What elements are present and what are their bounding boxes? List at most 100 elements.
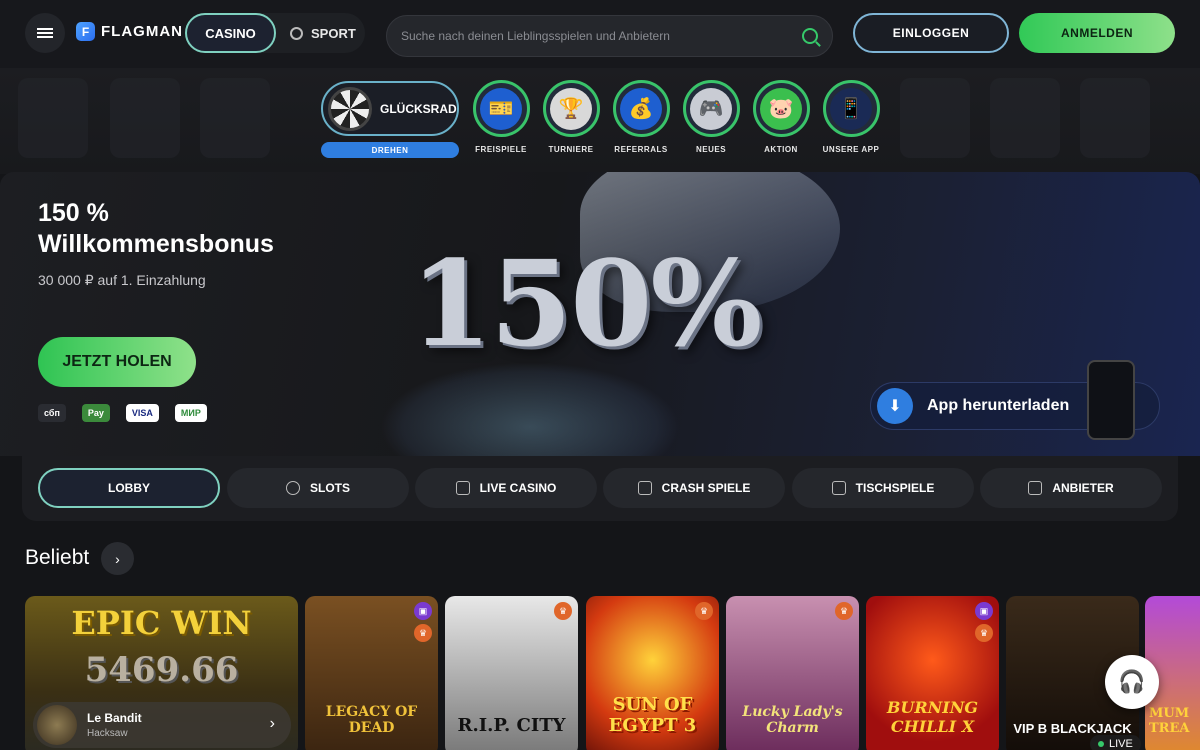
gift-icon: ▣ xyxy=(414,602,432,620)
game-title: Lucky Lady's Charm xyxy=(742,704,843,736)
game-title: MUM TREA xyxy=(1149,706,1190,736)
trophy-icon: 🏆 xyxy=(550,87,592,130)
login-button[interactable]: EINLOGGEN xyxy=(853,13,1009,53)
nav-sport-tab[interactable]: SPORT xyxy=(290,13,356,53)
search-bar xyxy=(386,15,833,57)
banner-big-percent: 150% xyxy=(410,234,762,373)
quick-item-neues[interactable]: 🎮 NEUES xyxy=(676,80,746,154)
tab-crash-spiele[interactable]: CRASH SPIELE xyxy=(603,468,785,508)
quick-item-aktion[interactable]: 🐷 AKTION xyxy=(746,80,816,154)
tab-slots[interactable]: SLOTS xyxy=(227,468,409,508)
pay-logo: Pay xyxy=(81,404,110,422)
live-badge: LIVE xyxy=(1090,735,1141,750)
background-game-tile xyxy=(110,78,180,158)
background-game-tile xyxy=(990,78,1060,158)
nav-casino-tab[interactable]: CASINO xyxy=(185,13,276,53)
phone-image xyxy=(1087,360,1135,440)
tab-label: SLOTS xyxy=(309,481,350,495)
background-game-tile xyxy=(200,78,270,158)
sbp-logo: сбп xyxy=(38,404,66,422)
featured-info-card[interactable]: Le Bandit Hacksaw › xyxy=(33,702,291,748)
live-dot-icon xyxy=(1098,741,1104,747)
spin-button[interactable]: DREHEN xyxy=(321,142,459,158)
wheel-label: GLÜCKSRAD xyxy=(380,101,457,116)
game-tile[interactable]: ♛ R.I.P. CITY xyxy=(445,596,578,750)
soccer-ball-icon xyxy=(290,26,303,40)
headset-icon: 🎧 xyxy=(1118,669,1146,694)
banner-title: 150 % Willkommensbonus xyxy=(38,199,274,258)
quick-item-referrals[interactable]: 💰 REFERRALS xyxy=(606,80,676,154)
game-title: R.I.P. CITY xyxy=(457,715,566,736)
quick-item-turniere[interactable]: 🏆 TURNIERE xyxy=(536,80,606,154)
trophy-icon: ♛ xyxy=(695,602,713,620)
tab-tischspiele[interactable]: TISCHSPIELE xyxy=(792,468,974,508)
chevron-right-icon[interactable]: › xyxy=(101,542,134,575)
trophy-icon: ♛ xyxy=(414,624,432,642)
game-tile[interactable]: ♛ Lucky Lady's Charm xyxy=(726,596,859,750)
background-game-tile xyxy=(18,78,88,158)
featured-amount: 5469.66 xyxy=(84,650,239,690)
payment-methods: сбп Pay VISA МИР xyxy=(38,404,207,422)
gift-icon: ▣ xyxy=(975,602,993,620)
decor-glass xyxy=(380,362,680,456)
featured-game-name: Le Bandit xyxy=(87,711,142,725)
game-title: VIP B BLACKJACK xyxy=(1013,721,1132,736)
game-avatar xyxy=(37,705,77,745)
tab-label: LIVE CASINO xyxy=(479,481,557,495)
quick-item-label: TURNIERE xyxy=(548,145,594,154)
piggy-bank-icon: 🐷 xyxy=(760,87,802,130)
slots-icon xyxy=(285,481,300,495)
quick-item-label: UNSERE APP xyxy=(822,145,880,154)
game-tile[interactable]: ▣ ♛ BURNING CHILLI X xyxy=(866,596,999,750)
chevron-right-icon: › xyxy=(269,715,275,732)
table-games-icon xyxy=(831,481,846,495)
tab-live-casino[interactable]: LIVE CASINO xyxy=(415,468,597,508)
search-input[interactable] xyxy=(401,29,802,43)
money-bag-icon: 💰 xyxy=(620,87,662,130)
tab-label: ANBIETER xyxy=(1052,481,1114,495)
download-icon: ⬇ xyxy=(877,388,913,424)
tab-lobby[interactable]: LOBBY xyxy=(38,468,220,508)
wheel-of-fortune-card[interactable]: GLÜCKSRAD xyxy=(321,81,459,136)
claim-bonus-button[interactable]: JETZT HOLEN xyxy=(38,337,196,387)
menu-button[interactable] xyxy=(25,13,65,53)
visa-logo: VISA xyxy=(125,404,159,422)
providers-icon xyxy=(1028,481,1043,495)
featured-game-card[interactable]: EPIC WIN 5469.66 Le Bandit Hacksaw › xyxy=(25,596,298,750)
crash-icon xyxy=(637,481,652,495)
featured-game-provider: Hacksaw xyxy=(87,728,128,739)
promo-banner[interactable]: 150% 150 % Willkommensbonus 30 000 ₽ auf… xyxy=(0,172,1200,456)
tab-anbieter[interactable]: ANBIETER xyxy=(980,468,1162,508)
quick-item-label: REFERRALS xyxy=(614,145,668,154)
logo[interactable]: F FLAGMAN xyxy=(76,22,183,41)
fortune-wheel-icon xyxy=(328,86,372,131)
tab-label: LOBBY xyxy=(108,481,150,495)
search-icon[interactable] xyxy=(802,28,818,44)
background-game-tile xyxy=(900,78,970,158)
support-chat-button[interactable]: 🎧 xyxy=(1105,655,1159,709)
gamepad-icon: 🎮 xyxy=(690,87,732,130)
trophy-icon: ♛ xyxy=(554,602,572,620)
tab-label: TISCHSPIELE xyxy=(855,481,935,495)
quick-item-label: FREISPIELE xyxy=(475,145,527,154)
quick-item-label: AKTION xyxy=(764,145,798,154)
top-header: F FLAGMAN CASINO SPORT EINLOGGEN ANMELDE… xyxy=(0,0,1200,68)
trophy-icon: ♛ xyxy=(835,602,853,620)
flag-logo-icon: F xyxy=(76,22,95,41)
app-download-label: App herunterladen xyxy=(927,397,1070,414)
quick-item-label: NEUES xyxy=(695,145,727,154)
phone-icon: 📱 xyxy=(830,87,872,130)
live-casino-icon xyxy=(455,481,470,495)
game-tile[interactable]: ▣ ♛ LEGACY OF DEAD xyxy=(305,596,438,750)
category-tabs: LOBBY SLOTS LIVE CASINO CRASH SPIELE TIS… xyxy=(22,456,1178,521)
quick-item-unsere-app[interactable]: 📱 UNSERE APP xyxy=(816,80,886,154)
game-title: LEGACY OF DEAD xyxy=(325,704,418,736)
quick-item-freispiele[interactable]: 🎫 FREISPIELE xyxy=(466,80,536,154)
ticket-icon: 🎫 xyxy=(480,87,522,130)
quick-actions-row: GLÜCKSRAD DREHEN 🎫 FREISPIELE 🏆 TURNIERE… xyxy=(0,68,1200,174)
game-tile[interactable]: ♛ SUN OF EGYPT 3 xyxy=(586,596,719,750)
logo-text: FLAGMAN xyxy=(101,23,183,40)
register-button[interactable]: ANMELDEN xyxy=(1019,13,1175,53)
section-title: Beliebt xyxy=(25,546,90,569)
banner-subtitle: 30 000 ₽ auf 1. Einzahlung xyxy=(38,272,206,288)
